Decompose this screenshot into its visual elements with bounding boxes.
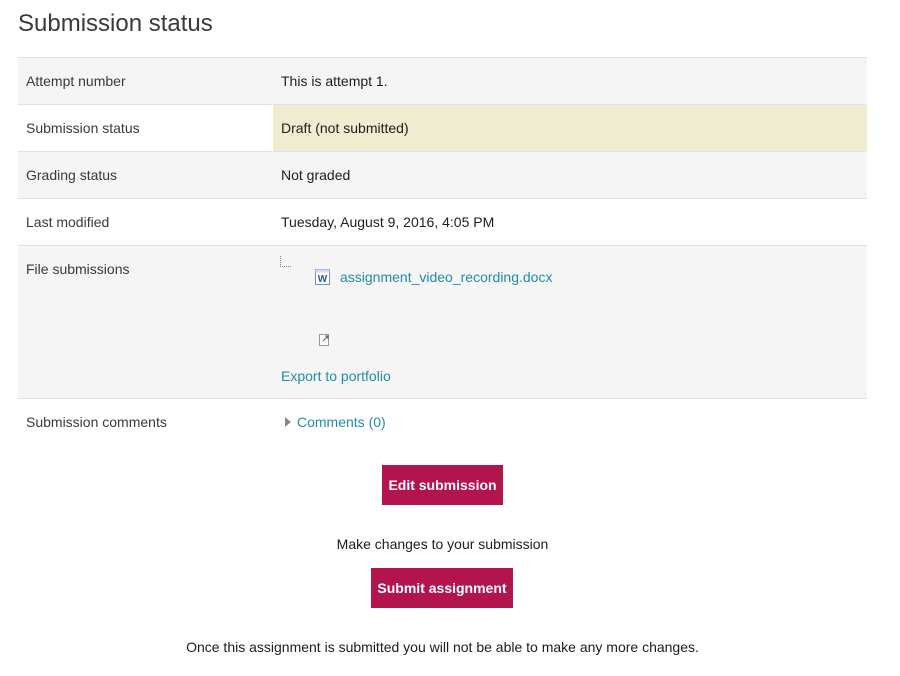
submission-status-table: Attempt number This is attempt 1. Submis…	[18, 57, 867, 445]
submission-status-value: Draft (not submitted)	[273, 105, 867, 151]
file-link[interactable]: W assignment_video_recording.docx	[315, 267, 552, 287]
submission-status-page: Submission status Attempt number This is…	[0, 0, 900, 676]
page-title: Submission status	[18, 10, 213, 37]
file-tree-connector	[280, 256, 291, 267]
file-submissions-label: File submissions	[26, 261, 130, 277]
grading-status-label: Grading status	[26, 167, 118, 183]
edit-submission-note: Make changes to your submission	[336, 536, 549, 552]
file-name: assignment_video_recording.docx	[340, 269, 553, 285]
grading-status-value: Not graded	[281, 167, 351, 183]
row-submission-comments: Submission comments Comments (0)	[18, 399, 867, 445]
attempt-number-label: Attempt number	[26, 73, 126, 89]
submit-assignment-button[interactable]: Submit assignment	[371, 568, 513, 608]
attempt-number-value: This is attempt 1.	[281, 73, 388, 89]
submission-status-label: Submission status	[26, 120, 140, 136]
triangle-right-icon	[285, 417, 291, 427]
svg-text:W: W	[318, 274, 328, 285]
submission-comments-value: Comments (0)	[273, 399, 867, 445]
row-grading-status: Grading status Not graded	[18, 152, 867, 199]
row-file-submissions: File submissions W assignment_video_reco…	[18, 246, 867, 399]
last-modified-label: Last modified	[26, 214, 110, 230]
row-attempt-number: Attempt number This is attempt 1.	[18, 58, 867, 105]
word-document-icon: W	[315, 269, 330, 285]
export-to-portfolio-link[interactable]: Export to portfolio	[281, 366, 391, 386]
file-submissions-value: W assignment_video_recording.docx Export…	[273, 246, 867, 398]
submission-comments-label: Submission comments	[26, 414, 167, 430]
row-last-modified: Last modified Tuesday, August 9, 2016, 4…	[18, 199, 867, 246]
edit-submission-button[interactable]: Edit submission	[382, 465, 503, 505]
row-submission-status: Submission status Draft (not submitted)	[18, 105, 867, 152]
comments-toggle-link[interactable]: Comments (0)	[285, 399, 386, 445]
export-portfolio-icon[interactable]	[319, 333, 331, 347]
submit-assignment-note: Once this assignment is submitted you wi…	[186, 639, 699, 655]
comments-link-label: Comments (0)	[297, 414, 386, 430]
last-modified-value: Tuesday, August 9, 2016, 4:05 PM	[281, 214, 495, 230]
